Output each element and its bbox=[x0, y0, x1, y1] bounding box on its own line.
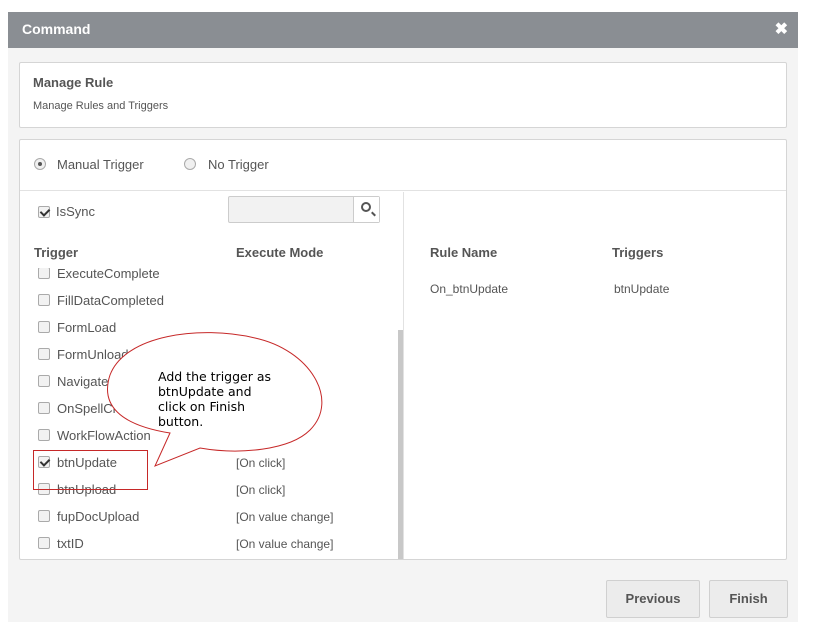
trigger-name: ExecuteComplete bbox=[57, 268, 160, 281]
trigger-name: FormLoad bbox=[57, 320, 117, 335]
trigger-checkbox[interactable] bbox=[38, 294, 50, 306]
search-input[interactable] bbox=[228, 196, 380, 223]
rule-name-column-header: Rule Name bbox=[430, 245, 498, 260]
manage-rule-panel: Manage Rule Manage Rules and Triggers bbox=[19, 62, 787, 128]
panel-divider bbox=[403, 192, 404, 559]
trigger-checkbox[interactable] bbox=[38, 321, 50, 333]
finish-button[interactable]: Finish bbox=[709, 580, 788, 618]
trigger-name: OnSpellCheck bbox=[57, 401, 141, 416]
trigger-checkbox[interactable] bbox=[38, 402, 50, 414]
trigger-name: txtID bbox=[57, 536, 84, 551]
triggers-cell: btnUpdate bbox=[614, 282, 670, 296]
previous-button[interactable]: Previous bbox=[606, 580, 700, 618]
trigger-row[interactable]: FormUnload bbox=[20, 341, 390, 368]
command-dialog: Command ✖ Manage Rule Manage Rules and T… bbox=[8, 12, 798, 622]
rule-name-cell: On_btnUpdate bbox=[430, 282, 509, 296]
issync-checkbox[interactable] bbox=[38, 206, 50, 218]
no-trigger-radio[interactable] bbox=[184, 158, 196, 170]
trigger-row[interactable]: FormLoad bbox=[20, 314, 390, 341]
manual-trigger-label[interactable]: Manual Trigger bbox=[57, 157, 144, 172]
trigger-column-header: Trigger bbox=[34, 245, 79, 260]
trigger-name: NavigateAway bbox=[57, 374, 140, 389]
trigger-checkbox[interactable] bbox=[38, 348, 50, 360]
trigger-panel: Manual Trigger No Trigger IsSync Trigger… bbox=[19, 139, 787, 560]
trigger-checkbox[interactable] bbox=[38, 429, 50, 441]
trigger-row[interactable]: fupDocUpload [On value change] bbox=[20, 503, 390, 530]
issync-label: IsSync bbox=[56, 204, 96, 219]
search-icon bbox=[361, 202, 371, 212]
trigger-checkbox[interactable] bbox=[38, 537, 50, 549]
trigger-name: FormUnload bbox=[57, 347, 129, 362]
dialog-titlebar: Command ✖ bbox=[8, 12, 798, 48]
dialog-title: Command bbox=[22, 21, 91, 37]
manual-trigger-radio[interactable] bbox=[34, 158, 46, 170]
manage-rule-subheading: Manage Rules and Triggers bbox=[33, 100, 169, 112]
callout-text: Add the trigger as btnUpdate and click o… bbox=[158, 369, 272, 429]
trigger-execute-mode: [On click] bbox=[236, 483, 286, 497]
trigger-type-row: Manual Trigger No Trigger bbox=[20, 140, 786, 191]
highlight-box bbox=[33, 450, 148, 490]
trigger-row[interactable]: ExecuteComplete bbox=[20, 268, 390, 287]
close-icon[interactable]: ✖ bbox=[775, 19, 788, 39]
no-trigger-label[interactable]: No Trigger bbox=[208, 157, 269, 172]
trigger-name: WorkFlowAction bbox=[57, 428, 151, 443]
manage-rule-heading: Manage Rule bbox=[33, 75, 114, 90]
trigger-checkbox[interactable] bbox=[38, 510, 50, 522]
trigger-execute-mode: [On value change] bbox=[236, 537, 334, 551]
trigger-execute-mode: [On click] bbox=[236, 456, 286, 470]
trigger-execute-mode: [On value change] bbox=[236, 510, 334, 524]
search-button[interactable] bbox=[353, 197, 379, 222]
trigger-row[interactable]: FillDataCompleted bbox=[20, 287, 390, 314]
trigger-checkbox[interactable] bbox=[38, 375, 50, 387]
trigger-name: FillDataCompleted bbox=[57, 293, 164, 308]
trigger-name: fupDocUpload bbox=[57, 509, 140, 524]
trigger-checkbox[interactable] bbox=[38, 268, 50, 279]
triggers-column-header: Triggers bbox=[612, 245, 664, 260]
execute-mode-column-header: Execute Mode bbox=[236, 245, 324, 260]
trigger-row[interactable]: txtID [On value change] bbox=[20, 530, 390, 557]
